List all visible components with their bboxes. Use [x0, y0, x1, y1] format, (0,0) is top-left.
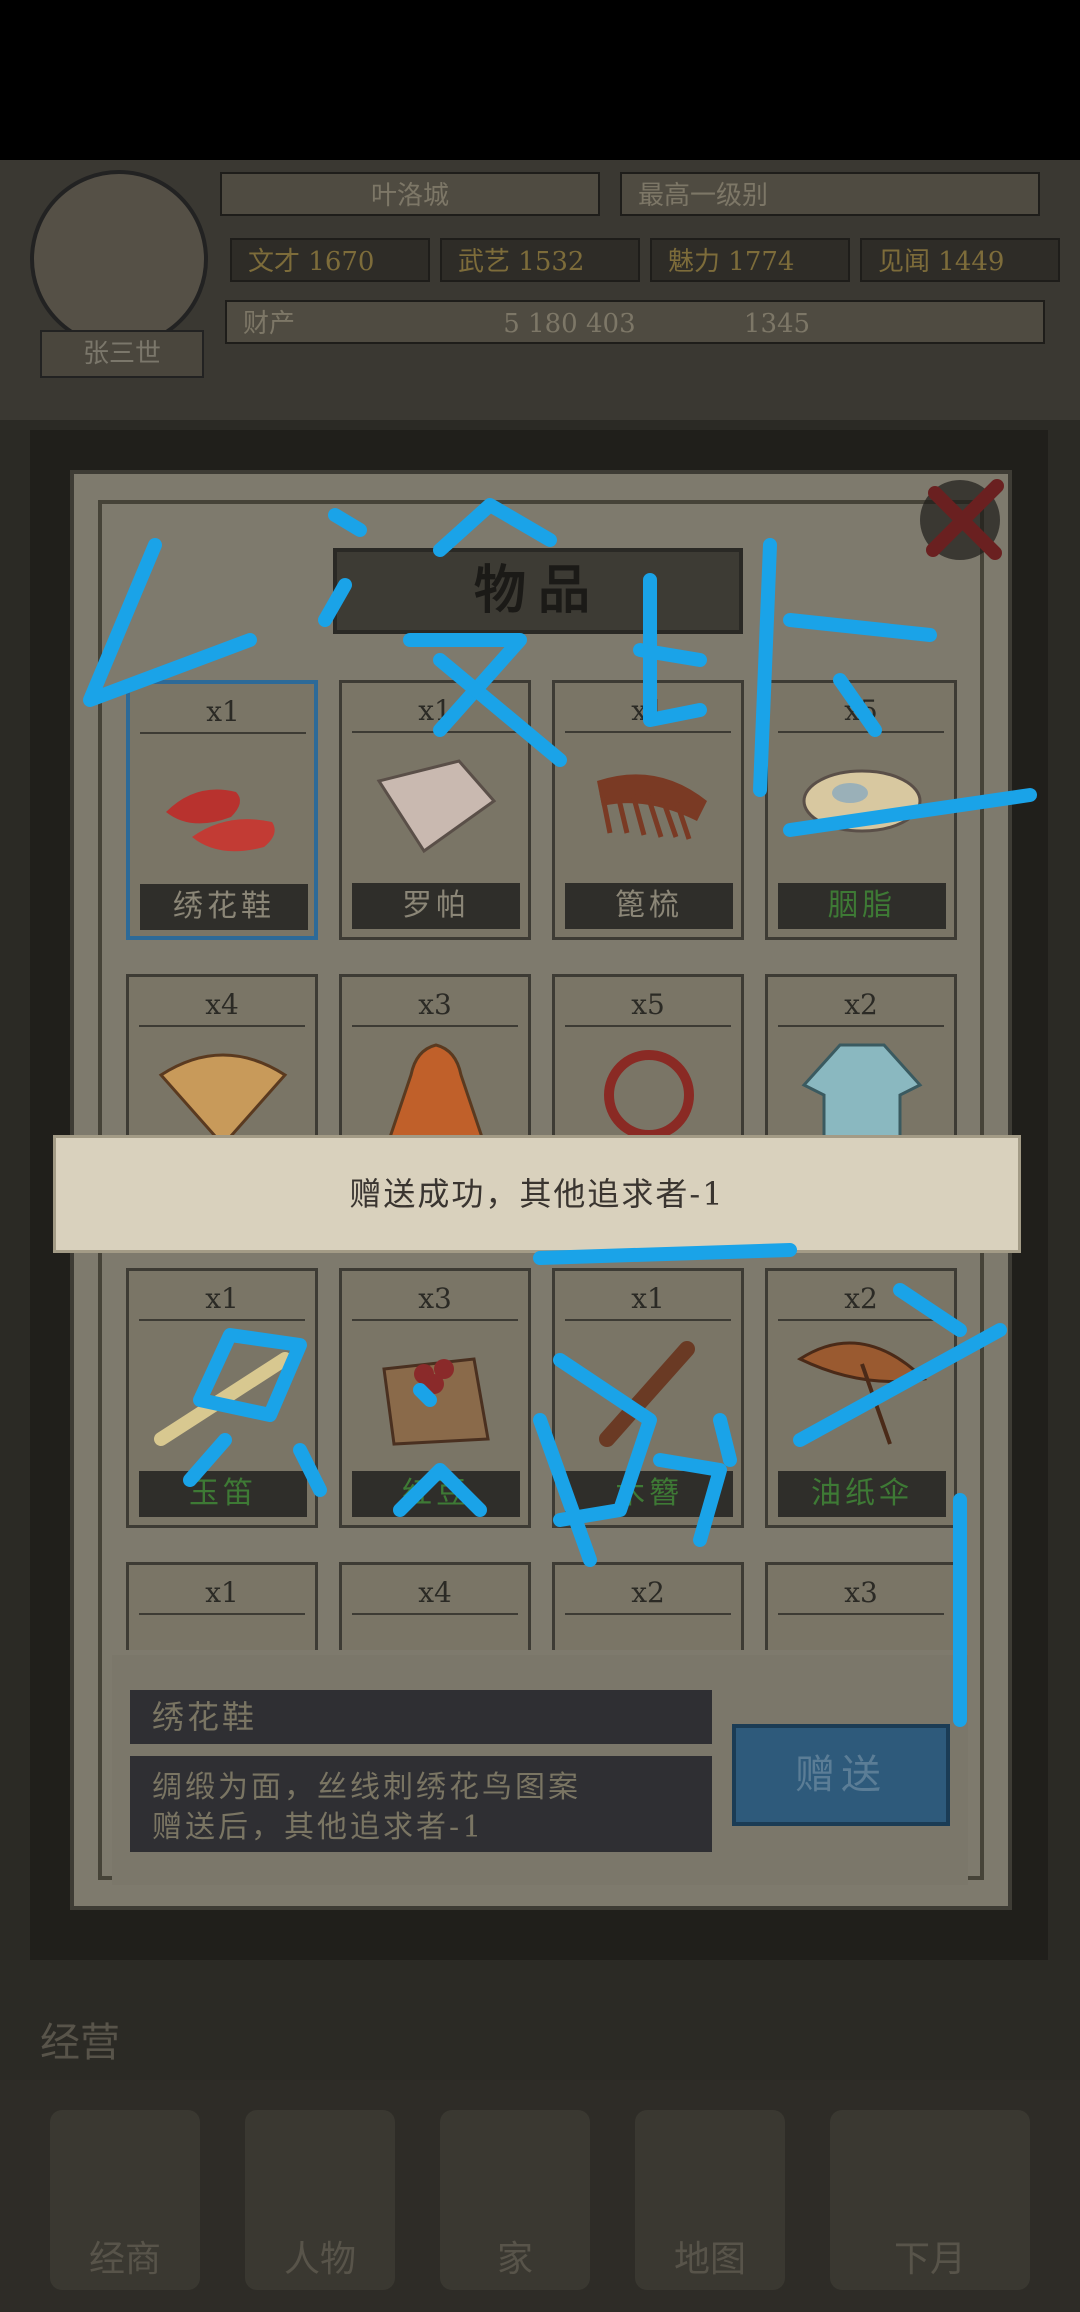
item-quantity: x2 [565, 1573, 731, 1615]
item-icon [151, 1623, 295, 1650]
red-beans-icon [364, 1329, 508, 1449]
stat-jianwen: 见闻 1449 [860, 238, 1060, 282]
item-icon [790, 1623, 934, 1650]
item-quantity: x4 [352, 1573, 518, 1615]
give-button[interactable]: 赠送 [732, 1724, 950, 1826]
stat-wuyi: 武艺 1532 [440, 238, 640, 282]
avatar-tag: 张三世 [40, 330, 204, 378]
item-quantity: x2 [778, 1279, 944, 1321]
jade-flute-icon [151, 1329, 295, 1449]
embroidered-shoes-icon [152, 742, 296, 862]
item-quantity: x5 [778, 691, 944, 733]
item-name: 红豆 [352, 1471, 520, 1517]
item-name: 绣花鞋 [140, 884, 308, 930]
item-cell[interactable]: x2 油纸伞 [765, 1268, 957, 1528]
item-cell[interactable]: x4 [339, 1562, 531, 1650]
stat-meili: 魅力 1774 [650, 238, 850, 282]
dress-icon [790, 1035, 934, 1157]
selected-item-description: 绸缎为面，丝线刺绣花鸟图案 赠送后，其他追求者-1 [130, 1756, 712, 1852]
item-quantity: x3 [778, 1573, 944, 1615]
stat-wencai: 文才 1670 [230, 238, 430, 282]
item-icon [364, 1623, 508, 1650]
nav-item-map[interactable]: 地图 [635, 2110, 785, 2290]
description-line-1: 绸缎为面，丝线刺绣花鸟图案 [152, 1770, 581, 1805]
avatar[interactable] [30, 170, 208, 348]
toast-text: 赠送成功，其他追求者-1 [349, 1175, 725, 1213]
comb-icon [577, 741, 721, 861]
item-name: 篦梳 [565, 883, 733, 929]
nav-item-business[interactable]: 经商 [50, 2110, 200, 2290]
item-quantity: x1 [139, 1279, 305, 1321]
item-quantity: x2 [778, 985, 944, 1027]
item-quantity: x3 [352, 1279, 518, 1321]
toast-banner: 赠送成功，其他追求者-1 [56, 1138, 1018, 1250]
item-cell[interactable]: x2 [552, 1562, 744, 1650]
wooden-hairpin-icon [577, 1329, 721, 1449]
item-quantity: x1 [565, 1279, 731, 1321]
item-cell[interactable]: x3 红豆 [339, 1268, 531, 1528]
paper-umbrella-icon [790, 1329, 934, 1449]
nav-item-next-month[interactable]: 下月 [830, 2110, 1030, 2290]
side-label[interactable]: 经营 [40, 2010, 120, 2068]
close-button[interactable] [905, 458, 1025, 578]
item-cell[interactable]: x1 罗帕 [339, 680, 531, 940]
item-cell[interactable]: x5 胭脂 [765, 680, 957, 940]
item-name: 木簪 [565, 1471, 733, 1517]
folding-fan-icon [151, 1035, 295, 1155]
item-quantity: x1 [140, 692, 306, 734]
item-quantity: x1 [139, 1573, 305, 1615]
silk-handkerchief-icon [364, 741, 508, 861]
item-cell[interactable]: x1 篦梳 [552, 680, 744, 940]
description-line-2: 赠送后，其他追求者-1 [152, 1810, 485, 1845]
item-quantity: x1 [352, 691, 518, 733]
player-name: 叶洛城 [220, 172, 600, 216]
title-badge: 最高一级别 [620, 172, 1040, 216]
dialog-title: 物品 [333, 548, 743, 634]
cloak-icon [364, 1035, 508, 1157]
bracelet-icon [577, 1035, 721, 1155]
item-quantity: x4 [139, 985, 305, 1027]
item-quantity: x1 [565, 691, 731, 733]
item-quantity: x5 [565, 985, 731, 1027]
item-cell[interactable]: x3 [765, 1562, 957, 1650]
resource-bar: 财产 5 180 403 1345 [225, 300, 1045, 344]
item-cell[interactable]: x1 [126, 1562, 318, 1650]
nav-item-home[interactable]: 家 [440, 2110, 590, 2290]
item-cell[interactable]: x1 玉笛 [126, 1268, 318, 1528]
status-bar [0, 0, 1080, 160]
nav-item-characters[interactable]: 人物 [245, 2110, 395, 2290]
item-name: 油纸伞 [778, 1471, 946, 1517]
item-name: 胭脂 [778, 883, 946, 929]
item-icon [577, 1623, 721, 1650]
item-name: 玉笛 [139, 1471, 307, 1517]
item-quantity: x3 [352, 985, 518, 1027]
close-icon [920, 479, 1004, 560]
rouge-box-icon [790, 741, 934, 861]
item-name: 罗帕 [352, 883, 520, 929]
item-cell[interactable]: x1 木簪 [552, 1268, 744, 1528]
item-cell[interactable]: x1 绣花鞋 [126, 680, 318, 940]
selected-item-name: 绣花鞋 [130, 1690, 712, 1744]
